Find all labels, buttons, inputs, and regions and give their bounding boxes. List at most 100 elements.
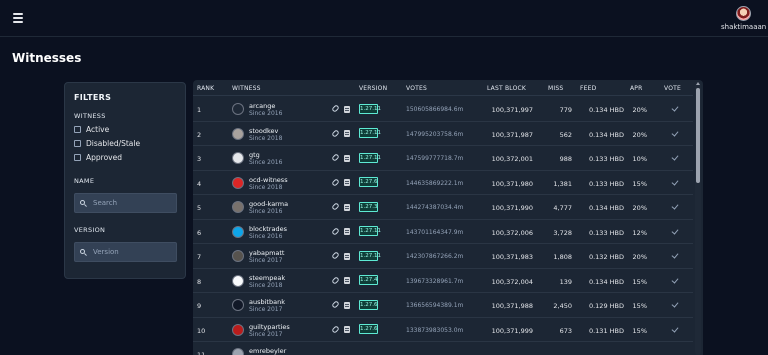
last-block-cell[interactable]: 100,371,997 (492, 106, 533, 114)
last-block-cell[interactable]: 100,372,001 (492, 155, 533, 163)
table-row[interactable]: 7 yabapmatt Since 2017 1.27.11 142307867266.… (193, 244, 693, 269)
table-row[interactable]: 4 ocd-witness Since 2018 1.27.6 144635869222… (193, 171, 693, 195)
document-icon[interactable] (344, 326, 350, 333)
column-header-version[interactable]: VERSION (359, 85, 387, 92)
vote-check-icon[interactable] (671, 324, 679, 333)
link-icon[interactable] (331, 177, 340, 187)
link-icon[interactable] (331, 226, 340, 236)
witness-name-link[interactable]: guiltyparties (249, 323, 290, 331)
filter-active-checkbox[interactable]: Active (74, 125, 176, 134)
witness-avatar[interactable] (232, 225, 244, 238)
version-badge: 1.27.11 (359, 250, 381, 261)
column-header-miss[interactable]: MISS (548, 85, 563, 92)
witness-name-link[interactable]: arcange (249, 102, 275, 110)
table-row[interactable]: 8 steempeak Since 2018 1.27.4 139673328961.7… (193, 269, 693, 293)
witness-name-link[interactable]: steempeak (249, 274, 285, 282)
link-icon[interactable] (331, 153, 340, 162)
last-block-cell[interactable]: 100,372,006 (492, 229, 533, 237)
last-block-cell[interactable]: 100,371,999 (492, 327, 533, 335)
document-icon[interactable] (344, 252, 350, 260)
column-header-apr[interactable]: APR (630, 85, 643, 92)
document-icon[interactable] (344, 154, 350, 162)
table-row[interactable]: 2 stoodkev Since 2018 1.27.11 147995203758.6… (193, 122, 693, 146)
version-badge: 1.27.4 (359, 275, 378, 285)
vote-check-icon[interactable] (671, 226, 679, 235)
witness-name-link[interactable]: good-karma (249, 200, 288, 208)
witness-name-link[interactable]: ocd-witness (249, 176, 288, 184)
document-icon[interactable] (344, 228, 350, 235)
column-header-feed[interactable]: FEED (580, 85, 596, 92)
link-icon[interactable] (331, 300, 340, 309)
table-row[interactable]: 9 ausbitbank Since 2017 1.27.6 136656594389.… (193, 293, 693, 318)
scrollbar-thumb[interactable] (696, 88, 700, 183)
witness-name-link[interactable]: blocktrades (249, 225, 287, 233)
document-icon[interactable] (344, 301, 350, 309)
witness-name-link[interactable]: emrebeyler (249, 347, 286, 355)
checkbox-icon[interactable] (74, 140, 81, 147)
witness-avatar[interactable] (232, 103, 244, 115)
column-header-votes[interactable]: VOTES (406, 85, 427, 92)
link-icon[interactable] (331, 104, 340, 113)
table-row[interactable]: 3 gtg Since 2016 1.27.11 147599777718.7m 100,… (193, 146, 693, 171)
witness-avatar[interactable] (232, 176, 244, 189)
table-scrollbar[interactable] (695, 82, 701, 355)
column-header-rank[interactable]: RANK (197, 85, 214, 92)
last-block-cell[interactable]: 100,372,004 (492, 278, 533, 286)
document-icon[interactable] (344, 130, 350, 137)
witness-name-link[interactable]: yabapmatt (249, 249, 284, 257)
link-icon[interactable] (331, 128, 340, 138)
link-icon[interactable] (331, 324, 340, 334)
link-icon[interactable] (331, 275, 340, 285)
witness-name-link[interactable]: stoodkev (249, 127, 278, 135)
last-block-cell[interactable]: 100,371,983 (492, 253, 533, 261)
link-icon[interactable] (331, 202, 340, 211)
vote-check-icon[interactable] (671, 275, 679, 284)
witness-avatar[interactable] (232, 274, 244, 287)
name-search-input[interactable]: Search (74, 193, 177, 213)
witness-name-link[interactable]: gtg (249, 151, 260, 159)
vote-check-icon[interactable] (671, 202, 679, 210)
last-block-cell[interactable]: 100,371,980 (492, 180, 533, 188)
vote-check-icon[interactable] (671, 153, 679, 161)
checkbox-icon[interactable] (74, 154, 81, 161)
vote-check-icon[interactable] (671, 177, 679, 186)
scroll-up-arrow-icon[interactable] (696, 82, 700, 85)
link-icon[interactable] (331, 251, 340, 260)
witness-avatar[interactable] (232, 250, 244, 262)
witness-avatar[interactable] (232, 323, 244, 336)
version-search-input[interactable]: Version (74, 242, 177, 262)
last-block-cell[interactable]: 100,371,987 (492, 131, 533, 139)
column-header-vote[interactable]: VOTE (664, 85, 681, 92)
table-row[interactable]: 6 blocktrades Since 2016 1.27.11 14370116434… (193, 220, 693, 244)
last-block-cell[interactable]: 100,371,990 (492, 204, 533, 212)
witness-avatar[interactable] (232, 348, 244, 355)
document-icon[interactable] (344, 179, 350, 186)
witness-name-link[interactable]: ausbitbank (249, 298, 285, 306)
vote-check-icon[interactable] (671, 128, 679, 137)
witness-avatar[interactable] (232, 201, 244, 213)
vote-check-icon[interactable] (671, 104, 679, 112)
column-header-witness[interactable]: WITNESS (232, 85, 261, 92)
document-icon[interactable] (344, 277, 350, 284)
username-label[interactable]: shaktimaaan (721, 23, 766, 31)
last-block-cell[interactable]: 100,371,988 (492, 302, 533, 310)
table-row[interactable]: 1 arcange Since 2016 1.27.11 150605866984.6m… (193, 97, 693, 122)
user-avatar[interactable] (735, 6, 751, 21)
witness-avatar[interactable] (232, 152, 244, 164)
version-badge: 1.27.3 (359, 201, 378, 212)
filter-disabled-stale-checkbox[interactable]: Disabled/Stale (74, 139, 176, 148)
table-row[interactable]: 5 good-karma Since 2016 1.27.3 144274387034.… (193, 195, 693, 220)
table-row[interactable]: 11 emrebeyler (193, 342, 693, 355)
column-header-last-block[interactable]: LAST BLOCK (487, 85, 526, 92)
hamburger-menu-icon[interactable] (13, 13, 23, 23)
user-menu[interactable]: shaktimaaan (721, 6, 766, 31)
witness-avatar[interactable] (232, 299, 244, 311)
vote-check-icon[interactable] (671, 251, 679, 259)
filter-approved-checkbox[interactable]: Approved (74, 153, 176, 162)
vote-check-icon[interactable] (671, 300, 679, 308)
table-row[interactable]: 10 guiltyparties Since 2017 1.27.6 133873983… (193, 318, 693, 342)
witness-avatar[interactable] (232, 127, 244, 140)
document-icon[interactable] (344, 105, 350, 113)
document-icon[interactable] (344, 203, 350, 211)
checkbox-icon[interactable] (74, 126, 81, 133)
